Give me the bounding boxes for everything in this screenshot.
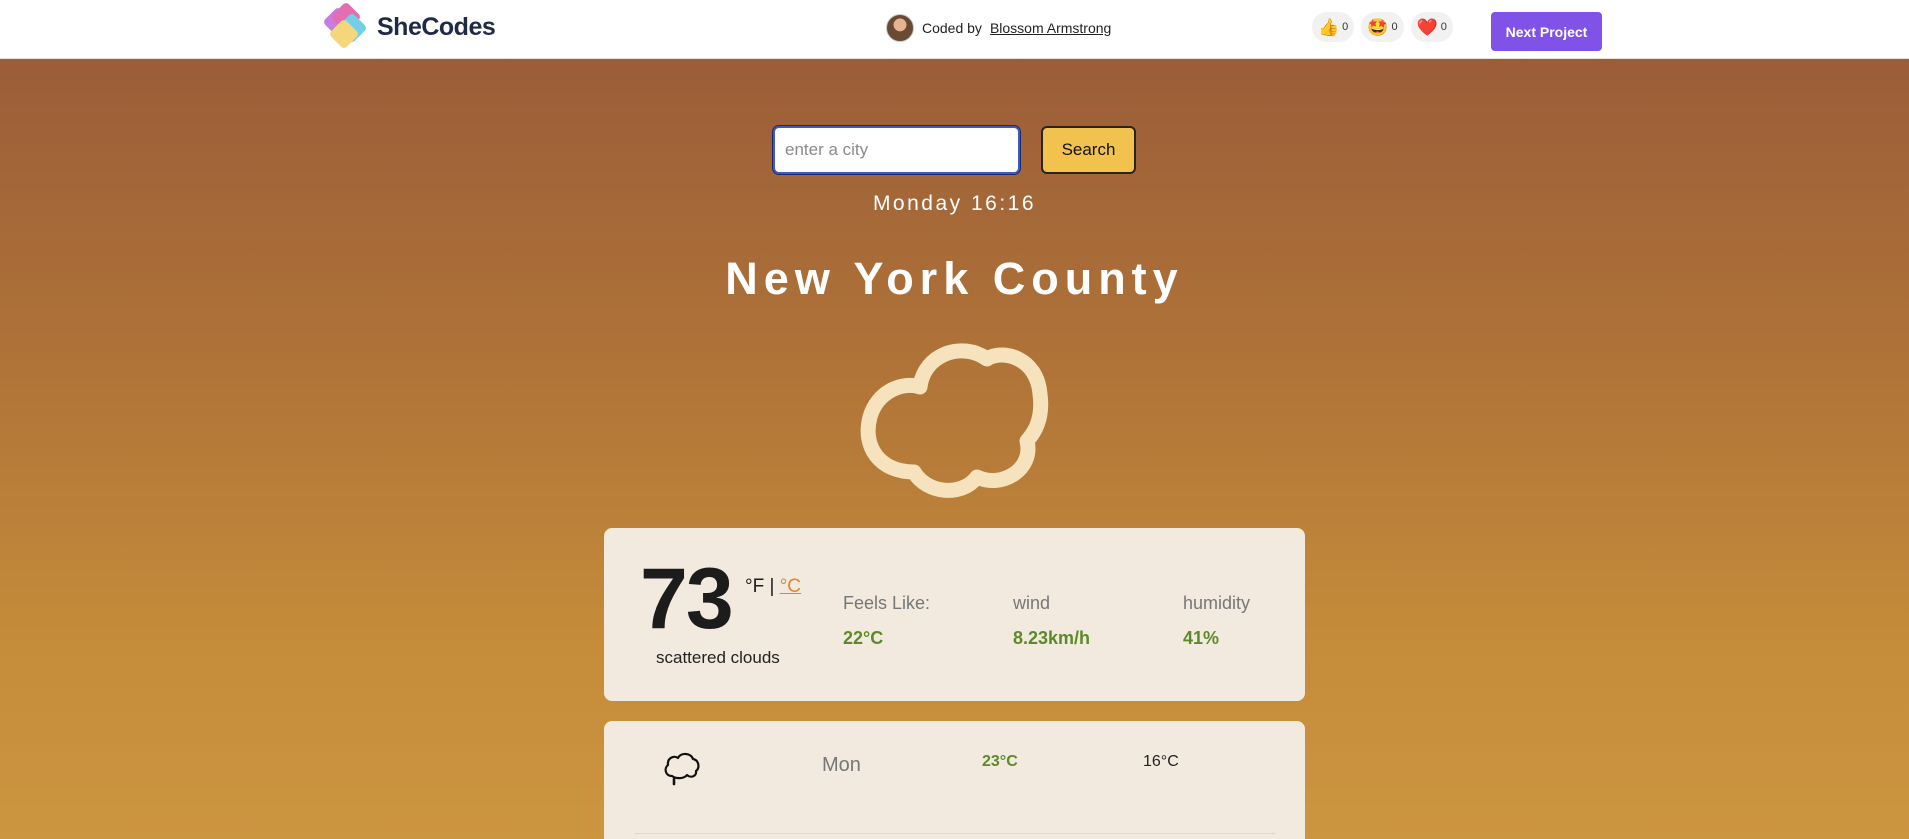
next-project-button[interactable]: Next Project — [1491, 12, 1602, 51]
weather-description: scattered clouds — [656, 648, 780, 667]
current-weather-card: 73 °F | °C scattered clouds Feels Like: … — [604, 528, 1305, 701]
author-avatar — [886, 14, 914, 42]
feels-like-label: Feels Like: — [843, 593, 931, 613]
search-button[interactable]: Search — [1041, 126, 1136, 174]
wind-label: wind — [1013, 593, 1051, 613]
shecodes-logo-icon — [322, 1, 371, 50]
forecast-card: Mon 23°C 16°C — [604, 721, 1305, 839]
reactions: 👍 0 🤩 0 ❤️ 0 — [1312, 12, 1453, 42]
shecodes-logo[interactable]: SheCodes — [322, 1, 496, 50]
cloud-rain-icon — [664, 752, 700, 786]
reaction-heart[interactable]: ❤️ 0 — [1410, 12, 1453, 42]
reaction-count: 0 — [1440, 21, 1447, 33]
current-datetime: Monday 16:16 — [872, 192, 1037, 215]
forecast-low: 16°C — [1143, 753, 1179, 770]
unit-toggle: °F | °C — [745, 576, 801, 598]
wind-value: 8.23km/h — [1013, 628, 1091, 648]
reaction-count: 0 — [1391, 21, 1398, 33]
star-struck-icon: 🤩 — [1367, 17, 1389, 37]
humidity-label: humidity — [1183, 593, 1251, 613]
celsius-link[interactable]: °C — [780, 576, 801, 597]
current-temperature: 73 — [640, 551, 734, 647]
reaction-count: 0 — [1342, 21, 1349, 33]
cloud-icon — [860, 343, 1049, 498]
fahrenheit-unit[interactable]: °F | — [745, 576, 774, 597]
humidity-value: 41% — [1183, 628, 1220, 648]
city-name: New York County — [725, 253, 1184, 304]
thumbs-up-icon: 👍 — [1318, 17, 1340, 37]
weather-app: Search Monday 16:16 New York County 73 °… — [0, 59, 1909, 839]
city-search-input[interactable] — [772, 125, 1021, 175]
feels-like-value: 22°C — [843, 628, 884, 648]
coded-by: Coded by Blossom Armstrong — [886, 14, 1111, 42]
forecast-divider — [634, 833, 1275, 834]
reaction-star-struck[interactable]: 🤩 0 — [1361, 12, 1404, 42]
top-bar: SheCodes Coded by Blossom Armstrong 👍 0 … — [0, 0, 1909, 59]
logo-text: SheCodes — [377, 12, 496, 41]
author-link[interactable]: Blossom Armstrong — [990, 20, 1111, 36]
coded-by-label: Coded by — [922, 20, 982, 36]
forecast-high: 23°C — [982, 753, 1018, 770]
reaction-thumbs-up[interactable]: 👍 0 — [1312, 12, 1355, 42]
heart-icon: ❤️ — [1416, 17, 1438, 37]
forecast-day: Mon — [822, 754, 861, 776]
